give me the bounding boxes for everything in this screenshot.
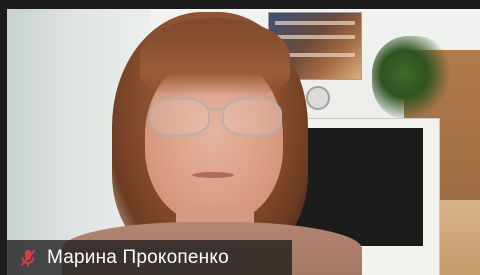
- participant-mouth: [192, 172, 234, 178]
- frame-left-border: [0, 0, 7, 275]
- participant-name-bar: Марина Прокопенко: [7, 240, 292, 275]
- glasses-bridge: [206, 108, 222, 110]
- wall-clock: [306, 86, 330, 110]
- frame-top-border: [0, 0, 480, 9]
- potted-plant: [372, 36, 452, 120]
- participant-name: Марина Прокопенко: [47, 246, 229, 268]
- participant-bangs: [140, 18, 290, 96]
- glasses-right-lens: [222, 98, 282, 136]
- glasses-left-lens: [150, 98, 210, 136]
- microphone-muted-icon[interactable]: [17, 247, 39, 269]
- video-tile[interactable]: Марина Прокопенко: [0, 0, 480, 275]
